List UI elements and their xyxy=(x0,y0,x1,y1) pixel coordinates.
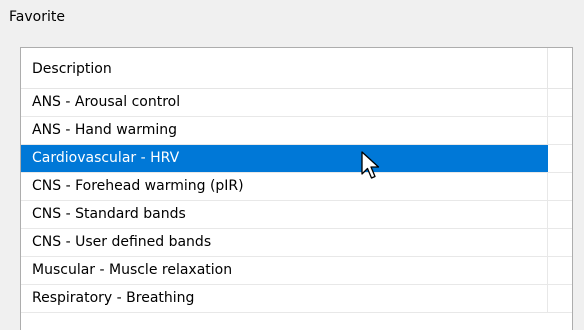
arrow-cursor-icon xyxy=(361,151,380,179)
list-item-label: Respiratory - Breathing xyxy=(32,290,195,306)
list-item-label: ANS - Arousal control xyxy=(32,94,181,110)
list-item[interactable]: CNS - Forehead warming (pIR) xyxy=(21,173,572,201)
column-header-label: Description xyxy=(32,61,112,77)
list-item[interactable]: CNS - User defined bands xyxy=(21,229,572,257)
list-item-label: CNS - User defined bands xyxy=(32,234,212,250)
list-item-selected[interactable]: Cardiovascular - HRV xyxy=(21,145,572,173)
list-header: Description xyxy=(21,48,572,89)
favorite-group-label: Favorite xyxy=(9,9,65,25)
list-item-label: CNS - Standard bands xyxy=(32,206,186,222)
list-item-label: Cardiovascular - HRV xyxy=(32,150,180,166)
list-item[interactable]: CNS - Standard bands xyxy=(21,201,572,229)
favorite-panel: Favorite Description ANS - Arousal contr… xyxy=(0,0,584,330)
list-item[interactable]: ANS - Hand warming xyxy=(21,117,572,145)
list-item-label: Muscular - Muscle relaxation xyxy=(32,262,233,278)
column-header-description[interactable]: Description xyxy=(21,48,548,89)
favorite-list[interactable]: Description ANS - Arousal control ANS - … xyxy=(20,47,573,330)
list-rows: ANS - Arousal control ANS - Hand warming… xyxy=(21,89,572,313)
list-item[interactable]: Respiratory - Breathing xyxy=(21,285,572,313)
list-item[interactable]: Muscular - Muscle relaxation xyxy=(21,257,572,285)
list-item-label: CNS - Forehead warming (pIR) xyxy=(32,178,244,194)
list-item-label: ANS - Hand warming xyxy=(32,122,178,138)
header-filler xyxy=(548,48,572,89)
list-item[interactable]: ANS - Arousal control xyxy=(21,89,572,117)
